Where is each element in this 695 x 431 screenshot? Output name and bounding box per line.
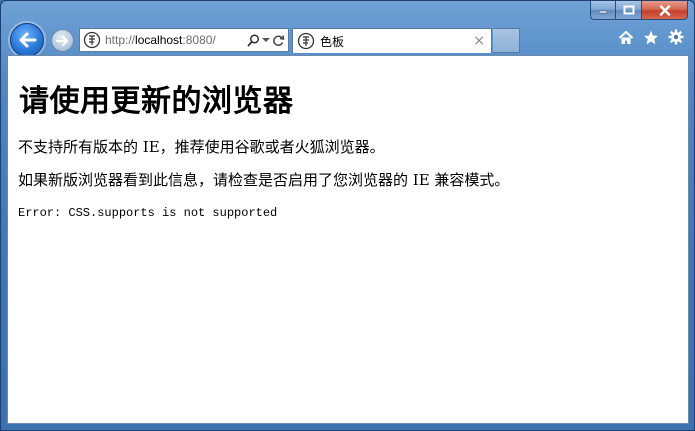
tab-title: 色板 (320, 34, 345, 49)
chevron-down-icon[interactable] (262, 37, 270, 43)
address-url[interactable]: http://localhost:8080/ (105, 33, 247, 47)
favorites-star-icon[interactable] (643, 30, 659, 45)
close-icon (659, 4, 670, 16)
page-title: 请使用更新的浏览器 (19, 84, 294, 119)
page-favicon-icon (83, 31, 101, 49)
url-scheme: http:// (105, 33, 136, 47)
unsupported-browser-message: 不支持所有版本的 IE，推荐使用谷歌或者火狐浏览器。 (18, 138, 385, 156)
back-arrow-icon (19, 32, 37, 48)
minimize-button[interactable] (590, 1, 616, 20)
navigation-bar: http://localhost:8080/ 色板 × (1, 23, 694, 57)
minimize-icon (598, 10, 608, 14)
browser-toolbar-icons (618, 29, 684, 45)
maximize-button[interactable] (616, 1, 642, 20)
address-tools (247, 33, 285, 47)
refresh-icon[interactable] (272, 34, 285, 47)
new-tab-button[interactable] (493, 28, 520, 53)
maximize-icon (623, 5, 634, 15)
url-host: localhost (135, 33, 183, 47)
page-content: 请使用更新的浏览器 不支持所有版本的 IE，推荐使用谷歌或者火狐浏览器。 如果新… (7, 55, 689, 424)
home-icon[interactable] (618, 30, 634, 45)
tab-close-icon[interactable]: × (473, 33, 485, 49)
error-message: Error: CSS.supports is not supported (18, 206, 278, 220)
tab-favicon-icon (297, 32, 315, 50)
address-bar[interactable]: http://localhost:8080/ (79, 28, 289, 52)
url-port-path: :8080/ (182, 33, 216, 47)
compatibility-mode-message: 如果新版浏览器看到此信息，请检查是否启用了您浏览器的 IE 兼容模式。 (18, 171, 510, 189)
forward-button[interactable] (51, 29, 74, 52)
close-window-button[interactable] (642, 1, 688, 20)
gear-icon[interactable] (668, 29, 684, 45)
forward-arrow-icon (55, 35, 68, 46)
back-button[interactable] (10, 23, 44, 57)
window-controls (590, 1, 688, 21)
search-icon[interactable] (247, 33, 260, 47)
tab-active[interactable]: 色板 × (292, 28, 492, 53)
browser-window: http://localhost:8080/ 色板 × 请使用更新的浏览器 不支… (0, 0, 695, 431)
